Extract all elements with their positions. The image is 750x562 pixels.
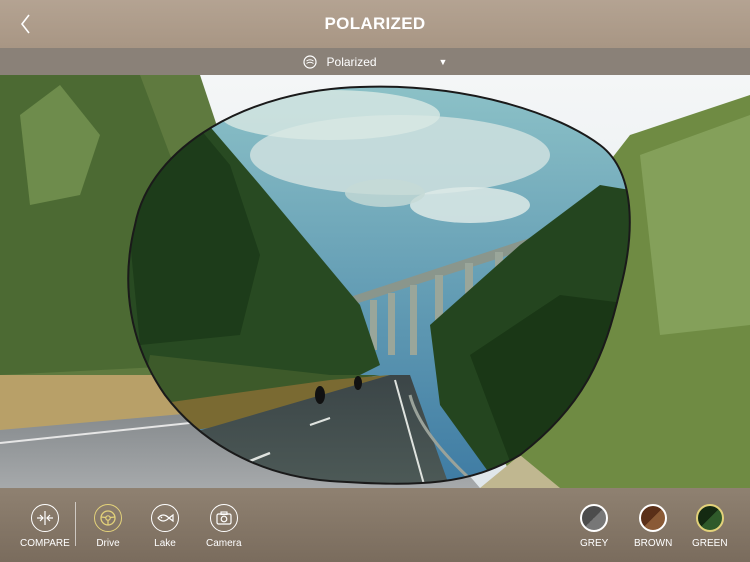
toolbar-divider	[75, 502, 76, 546]
tint-grey-button[interactable]: GREY	[580, 504, 608, 549]
chevron-left-icon[interactable]	[14, 12, 38, 36]
tint-grey-label: GREY	[580, 538, 609, 549]
mode-drive-button[interactable]: Drive	[94, 504, 122, 549]
fish-icon	[151, 504, 179, 532]
mode-lake-button[interactable]: Lake	[151, 504, 179, 549]
mode-drive-label: Drive	[96, 538, 120, 549]
tint-grey-swatch	[580, 504, 609, 532]
compare-button[interactable]: COMPARE	[20, 504, 70, 549]
steering-wheel-icon	[94, 504, 122, 532]
bottom-toolbar: COMPARE Drive Lake Camera GREY BROWN GRE…	[0, 488, 750, 562]
mode-lake-label: Lake	[154, 538, 176, 549]
dropdown-caret-icon: ▼	[438, 56, 448, 67]
tint-green-swatch	[695, 504, 724, 532]
header-bar: POLARIZED	[0, 0, 750, 48]
lens-type-dropdown[interactable]: Polarized ▼	[0, 48, 750, 75]
tint-brown-label: BROWN	[634, 538, 673, 549]
mode-camera-label: Camera	[206, 538, 242, 549]
lens-logo-icon	[302, 54, 317, 69]
tint-brown-button[interactable]: BROWN	[634, 504, 672, 549]
tint-brown-swatch	[639, 504, 668, 532]
tint-green-label: GREEN	[692, 538, 728, 549]
mode-camera-button[interactable]: Camera	[206, 504, 242, 549]
compare-label: COMPARE	[20, 538, 70, 549]
camera-icon	[209, 504, 238, 532]
scene-image	[0, 75, 750, 488]
lens-preview-scene	[0, 75, 750, 488]
compare-icon	[30, 504, 59, 532]
lens-type-value: Polarized	[326, 54, 377, 69]
tint-green-button[interactable]: GREEN	[692, 504, 728, 549]
page-title: POLARIZED	[324, 14, 426, 33]
